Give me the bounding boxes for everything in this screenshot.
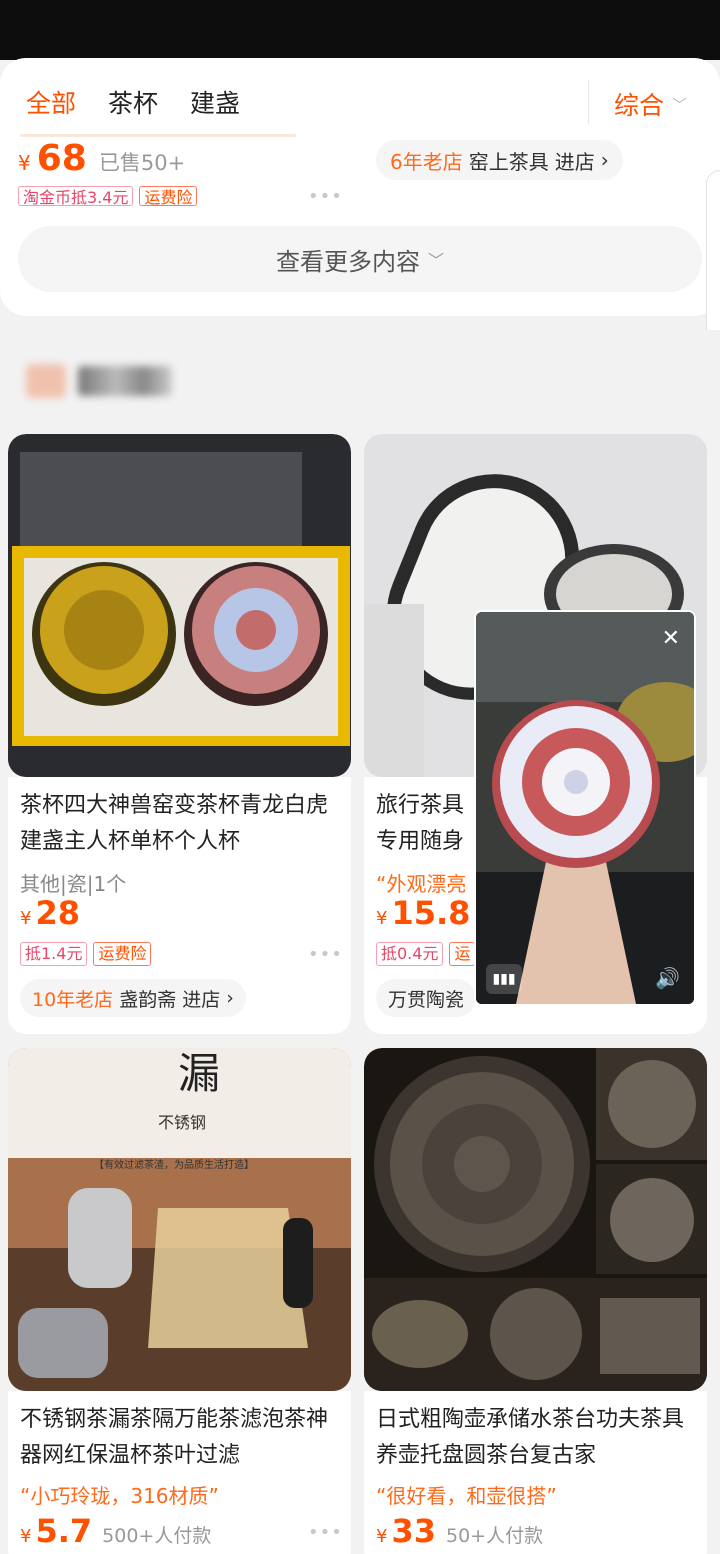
product-card[interactable]: 漏 不锈钢 【有效过滤茶渣，为品质生活打造】 不锈钢茶漏茶隔万能茶滤泡茶神器网红…	[8, 1048, 351, 1554]
more-dots-icon[interactable]: •••	[308, 186, 343, 207]
discount-tag: 抵1.4元	[20, 942, 88, 966]
product-specs: 其他|瓷|1个	[20, 872, 127, 896]
more-dots-icon[interactable]: •••	[308, 944, 343, 965]
tab-underline	[20, 134, 296, 137]
review-quote: “很好看，和壶很搭”	[376, 1484, 557, 1508]
enter-shop-label: 进店	[554, 149, 595, 174]
product-card[interactable]: 日式粗陶壶承储水茶台功夫茶具养壶托盘圆茶台复古家 “很好看，和壶很搭” ¥ 33…	[364, 1048, 707, 1554]
sales-count: 500+人付款	[102, 1525, 212, 1547]
product-image[interactable]	[8, 434, 351, 777]
product-image[interactable]: 漏 不锈钢 【有效过滤茶渣，为品质生活打造】	[8, 1048, 351, 1391]
shipping-insurance-tag: 运	[449, 942, 476, 966]
product-price: ¥ 28	[20, 894, 80, 932]
shop-age: 10年老店	[32, 988, 114, 1011]
product-tags: 抵0.4元 运	[376, 942, 476, 966]
product-photo	[8, 434, 351, 777]
chevron-down-icon: ﹀	[672, 95, 688, 114]
price-value: 28	[35, 894, 80, 932]
product-photo	[364, 1048, 707, 1391]
chevron-right-icon: ›	[600, 148, 609, 172]
price-value: 5.7	[35, 1512, 93, 1550]
waveform-icon[interactable]: ▮▮▮	[486, 964, 522, 994]
coin-discount-tag: 淘金币抵3.4元	[18, 186, 134, 206]
product-card[interactable]: 茶杯四大神兽窑变茶杯青龙白虎建盏主人杯单杯个人杯 其他|瓷|1个 ¥ 28 抵1…	[8, 434, 351, 1034]
discount-tag: 抵0.4元	[376, 942, 444, 966]
tab-jianzhan[interactable]: 建盏	[190, 84, 240, 120]
video-frame	[476, 612, 694, 1004]
tab-all[interactable]: 全部	[26, 84, 76, 120]
shipping-insurance-tag: 运费险	[139, 186, 198, 206]
shipping-insurance-tag: 运费险	[93, 942, 152, 966]
product-price: ¥ 33 50+人付款	[376, 1512, 543, 1550]
category-tabs: 全部 茶杯 建盏 综合 ﹀	[0, 58, 720, 142]
avatar	[26, 364, 66, 398]
tab-divider	[588, 80, 589, 124]
shop-age: 6年老店	[390, 149, 463, 174]
blurred-name	[78, 366, 172, 396]
chevron-right-icon: ›	[226, 987, 234, 1009]
product-image[interactable]	[364, 1048, 707, 1391]
product-title: 不锈钢茶漏茶隔万能茶滤泡茶神器网红保温杯茶叶过滤	[20, 1407, 329, 1468]
more-dots-icon[interactable]: •••	[308, 1522, 343, 1543]
review-quote: “外观漂亮	[376, 872, 467, 896]
currency-symbol: ¥	[20, 1526, 32, 1547]
view-more-label: 查看更多内容	[275, 247, 420, 276]
currency-symbol: ¥	[376, 908, 388, 929]
sort-label: 综合	[614, 91, 665, 120]
sort-dropdown[interactable]: 综合 ﹀	[614, 86, 687, 122]
review-quote: “小巧玲珑，316材质”	[20, 1484, 219, 1508]
status-bar	[0, 0, 720, 60]
currency-symbol: ¥	[376, 1526, 388, 1547]
image-caption: 【有效过滤茶渣，为品质生活打造】	[94, 1158, 254, 1171]
shop-link[interactable]: 万贯陶瓷	[376, 979, 477, 1017]
side-drawer-handle[interactable]	[706, 170, 720, 350]
price-value: 15.8	[391, 894, 471, 932]
sales-count: 50+人付款	[445, 1525, 544, 1547]
product-photo: 漏 不锈钢 【有效过滤茶渣，为品质生活打造】	[8, 1048, 351, 1391]
product-title: 日式粗陶壶承储水茶台功夫茶具养壶托盘圆茶台复古家	[376, 1407, 685, 1468]
product-title: 茶杯四大神兽窑变茶杯青龙白虎建盏主人杯单杯个人杯	[20, 793, 329, 854]
blurred-shop-profile	[26, 364, 172, 398]
product-price: ¥ 5.7 500+人付款	[20, 1512, 211, 1550]
price-value: 33	[391, 1512, 436, 1550]
volume-icon[interactable]: 🔊	[655, 966, 680, 990]
image-headline-char: 漏	[178, 1049, 220, 1098]
floating-video-player[interactable]: ✕ ▮▮▮ 🔊	[474, 610, 696, 1006]
tab-tea-cup[interactable]: 茶杯	[108, 84, 158, 120]
shop-link[interactable]: 10年老店 盏韵斋 进店 ›	[20, 979, 246, 1017]
prev-item-tags: 淘金币抵3.4元 运费险	[18, 186, 198, 206]
prev-item-shop-link[interactable]: 6年老店 窑上茶具 进店 ›	[376, 140, 623, 180]
price-value: 68	[36, 138, 87, 179]
product-title: 旅行茶具专用随身	[376, 793, 465, 854]
currency-symbol: ¥	[18, 151, 31, 175]
prev-item-price: ¥ 68 已售50+	[18, 138, 185, 179]
close-icon[interactable]: ✕	[662, 626, 680, 651]
shop-name: 窑上茶具	[468, 149, 549, 174]
product-tags: 抵1.4元 运费险	[20, 942, 152, 966]
currency-symbol: ¥	[20, 908, 32, 929]
shop-name: 盏韵斋	[119, 988, 177, 1011]
search-results-sheet: 全部 茶杯 建盏 综合 ﹀ ¥ 68 已售50+ 淘金币抵3.4元 运费险 ••…	[0, 58, 720, 316]
sold-count: 已售50+	[98, 151, 186, 175]
image-subtitle: 不锈钢	[158, 1113, 206, 1132]
enter-shop-label: 进店	[182, 988, 221, 1011]
chevron-down-icon: ﹀	[427, 251, 444, 270]
view-more-button[interactable]: 查看更多内容 ﹀	[18, 226, 702, 292]
shop-name: 万贯陶瓷	[388, 988, 465, 1011]
